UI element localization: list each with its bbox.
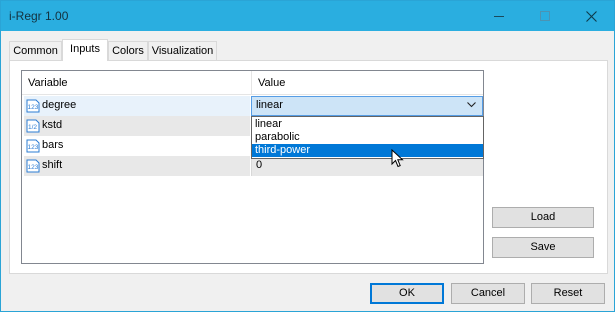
variable-cell: 123 shift xyxy=(24,156,250,176)
variable-name: shift xyxy=(42,159,63,171)
type-icon-text: 1/2 xyxy=(28,124,37,131)
close-icon xyxy=(585,10,597,22)
combobox-value: linear xyxy=(256,99,283,111)
tab-common[interactable]: Common xyxy=(9,41,62,61)
tab-visualization[interactable]: Visualization xyxy=(148,41,217,61)
integer-type-icon: 123 xyxy=(26,139,40,153)
tab-colors[interactable]: Colors xyxy=(108,41,148,61)
grid-header: Variable Value xyxy=(22,71,483,95)
integer-type-icon: 123 xyxy=(26,159,40,173)
variable-cell: 123 bars xyxy=(24,136,250,156)
cancel-button[interactable]: Cancel xyxy=(451,283,525,304)
dropdown-option-linear[interactable]: linear xyxy=(252,118,483,131)
integer-type-icon: 123 xyxy=(26,99,40,113)
column-divider[interactable] xyxy=(251,71,252,95)
fraction-type-icon: 1/2 xyxy=(26,119,40,133)
maximize-icon xyxy=(540,11,550,21)
reset-button[interactable]: Reset xyxy=(531,283,605,304)
close-button[interactable] xyxy=(568,1,614,31)
degree-dropdown-list[interactable]: linear parabolic third-power xyxy=(251,116,484,159)
load-button[interactable]: Load xyxy=(492,207,594,228)
dropdown-option-third-power[interactable]: third-power xyxy=(252,144,483,157)
variable-name: kstd xyxy=(42,119,63,131)
minimize-icon xyxy=(494,15,504,17)
variable-name: bars xyxy=(42,139,64,151)
maximize-button[interactable] xyxy=(522,1,568,31)
type-icon-text: 123 xyxy=(28,164,39,171)
chevron-down-icon[interactable] xyxy=(467,102,476,108)
variable-cell: 123 degree xyxy=(24,96,250,116)
variable-value: 0 xyxy=(256,159,263,171)
type-icon-text: 123 xyxy=(28,144,39,151)
type-icon-text: 123 xyxy=(28,104,39,111)
value-cell[interactable]: 0 xyxy=(252,156,483,176)
minimize-button[interactable] xyxy=(476,1,522,31)
window-title: i-Regr 1.00 xyxy=(9,9,69,23)
grid-row-shift[interactable]: 123 shift 0 xyxy=(22,156,483,176)
column-header-value[interactable]: Value xyxy=(258,77,285,89)
degree-combobox[interactable]: linear xyxy=(251,96,483,116)
column-header-variable[interactable]: Variable xyxy=(28,77,68,89)
dropdown-option-parabolic[interactable]: parabolic xyxy=(252,131,483,144)
tab-inputs[interactable]: Inputs xyxy=(62,39,108,61)
ok-button[interactable]: OK xyxy=(370,283,444,304)
variable-name: degree xyxy=(42,99,77,111)
title-bar[interactable]: i-Regr 1.00 xyxy=(1,1,614,31)
mouse-cursor-icon xyxy=(391,149,404,168)
save-button[interactable]: Save xyxy=(492,237,594,258)
dialog-window: i-Regr 1.00 Common Inputs Colors Visuali… xyxy=(0,0,615,312)
variable-cell: 1/2 kstd xyxy=(24,116,250,136)
